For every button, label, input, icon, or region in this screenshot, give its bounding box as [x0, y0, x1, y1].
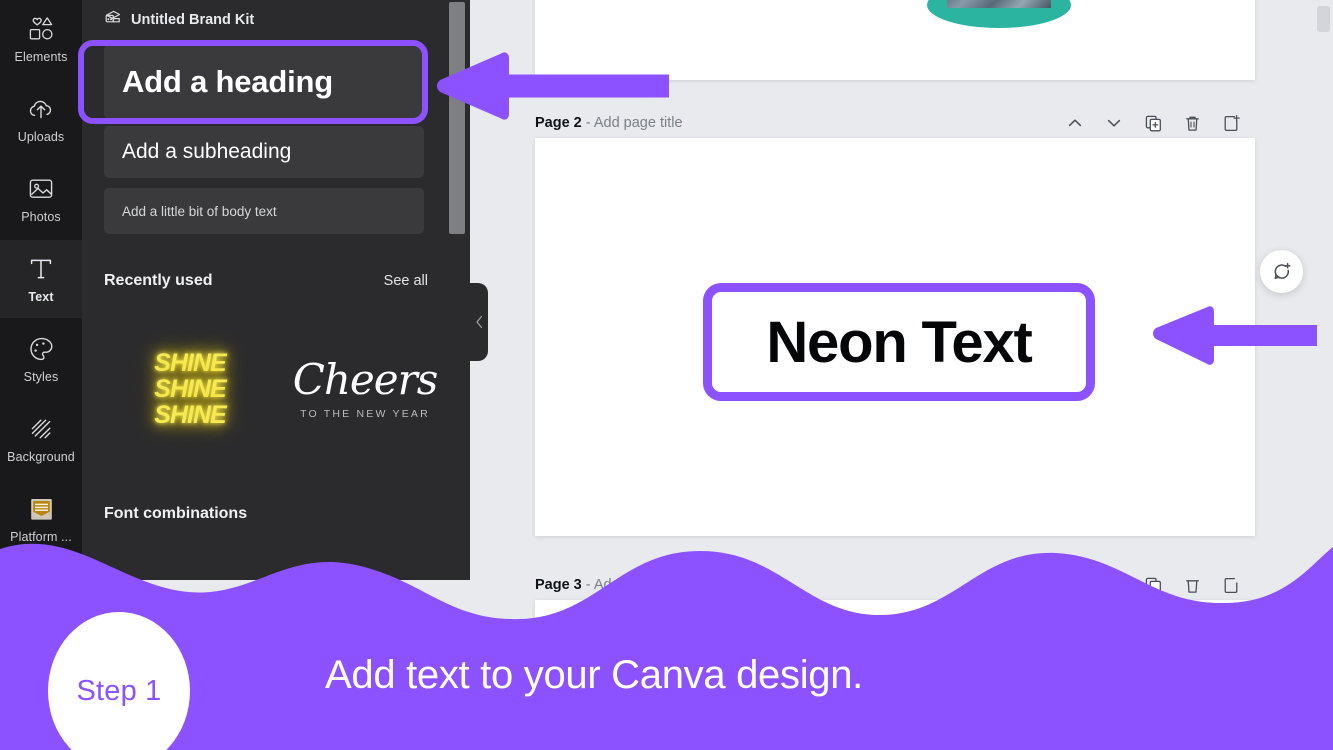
- palette-icon: [26, 334, 56, 364]
- sidebar-item-text-label: Text: [28, 290, 54, 304]
- sidebar-item-background-label: Background: [7, 450, 75, 464]
- platform-thumbnail-icon: [26, 494, 56, 524]
- chevron-down-icon[interactable]: [1104, 113, 1124, 133]
- step-badge-label: Step 1: [76, 674, 162, 707]
- banner-wave-shape: [0, 543, 1333, 750]
- arrow-pointing-left-at-add-a-heading: [437, 52, 681, 120]
- banner-caption: Add text to your Canva design.: [325, 653, 863, 697]
- font-combinations-title: Font combinations: [104, 505, 248, 522]
- cheers-thumbnail[interactable]: Cheers TO THE NEW YEAR: [290, 342, 440, 437]
- sidebar-item-uploads[interactable]: Uploads: [0, 80, 82, 158]
- shine-line-2: SHINE: [154, 374, 226, 403]
- add-a-heading-button[interactable]: Add a heading: [104, 45, 424, 119]
- cheers-caption-text: TO THE NEW YEAR: [300, 408, 430, 420]
- image-icon: [26, 174, 56, 204]
- shine-line-1: SHINE: [154, 348, 226, 377]
- neon-text-object[interactable]: Neon Text: [703, 283, 1095, 401]
- add-a-subheading-label: Add a subheading: [122, 140, 292, 163]
- sidebar-item-elements[interactable]: Elements: [0, 0, 82, 78]
- upload-cloud-icon: [26, 94, 56, 124]
- brand-kit-label: Untitled Brand Kit: [131, 11, 255, 28]
- page-2-toolbar: [1065, 113, 1255, 133]
- brand-kit-button[interactable]: Untitled Brand Kit: [104, 8, 254, 31]
- see-all-link[interactable]: See all: [384, 273, 428, 289]
- add-body-text-button[interactable]: Add a little bit of body text: [104, 188, 424, 234]
- duplicate-page-icon[interactable]: [1143, 113, 1163, 133]
- text-panel: Untitled Brand Kit Add a heading Add a s…: [82, 0, 470, 580]
- arrow-pointing-left-at-neon-text: [1152, 306, 1328, 366]
- text-t-icon: [26, 254, 56, 284]
- sidebar-item-uploads-label: Uploads: [17, 130, 65, 144]
- sidebar-item-styles[interactable]: Styles: [0, 320, 82, 398]
- screenshot-root: Page 2 - Add page title Neon Text Page 3…: [0, 0, 1333, 750]
- bottom-banner: Step 1 Add text to your Canva design.: [0, 535, 1333, 750]
- add-comment-icon[interactable]: [1260, 250, 1303, 293]
- shapes-icon: [26, 14, 56, 44]
- sidebar-item-styles-label: Styles: [23, 370, 59, 384]
- sidebar-item-text[interactable]: Text: [0, 240, 82, 318]
- sidebar-item-elements-label: Elements: [14, 50, 68, 64]
- brand-kit-icon: [104, 8, 122, 31]
- collapse-panel-button[interactable]: [470, 283, 488, 361]
- chevron-left-icon: [475, 315, 484, 329]
- add-page-icon[interactable]: [1221, 113, 1241, 133]
- canvas-scrollbar[interactable]: [1317, 6, 1330, 32]
- shine-line-3: SHINE: [154, 400, 226, 429]
- page-2-sheet[interactable]: Neon Text: [535, 138, 1255, 536]
- add-body-text-label: Add a little bit of body text: [122, 203, 277, 219]
- delete-page-icon[interactable]: [1182, 113, 1202, 133]
- hatch-pattern-icon: [26, 414, 56, 444]
- chevron-up-icon[interactable]: [1065, 113, 1085, 133]
- cheers-script-text: Cheers: [292, 355, 439, 404]
- recently-used-title: Recently used: [104, 272, 213, 289]
- add-a-heading-label: Add a heading: [122, 64, 333, 99]
- sidebar-item-photos-label: Photos: [21, 210, 61, 224]
- page-1-photo: [947, 0, 1051, 8]
- sidebar-item-photos[interactable]: Photos: [0, 160, 82, 238]
- sidebar-item-background[interactable]: Background: [0, 400, 82, 478]
- neon-text-value: Neon Text: [766, 309, 1032, 375]
- shine-neon-thumbnail[interactable]: SHINE SHINE SHINE: [135, 340, 245, 438]
- left-tool-rail: Elements Uploads Photos Text Styles Back…: [0, 0, 82, 560]
- add-a-subheading-button[interactable]: Add a subheading: [104, 126, 424, 178]
